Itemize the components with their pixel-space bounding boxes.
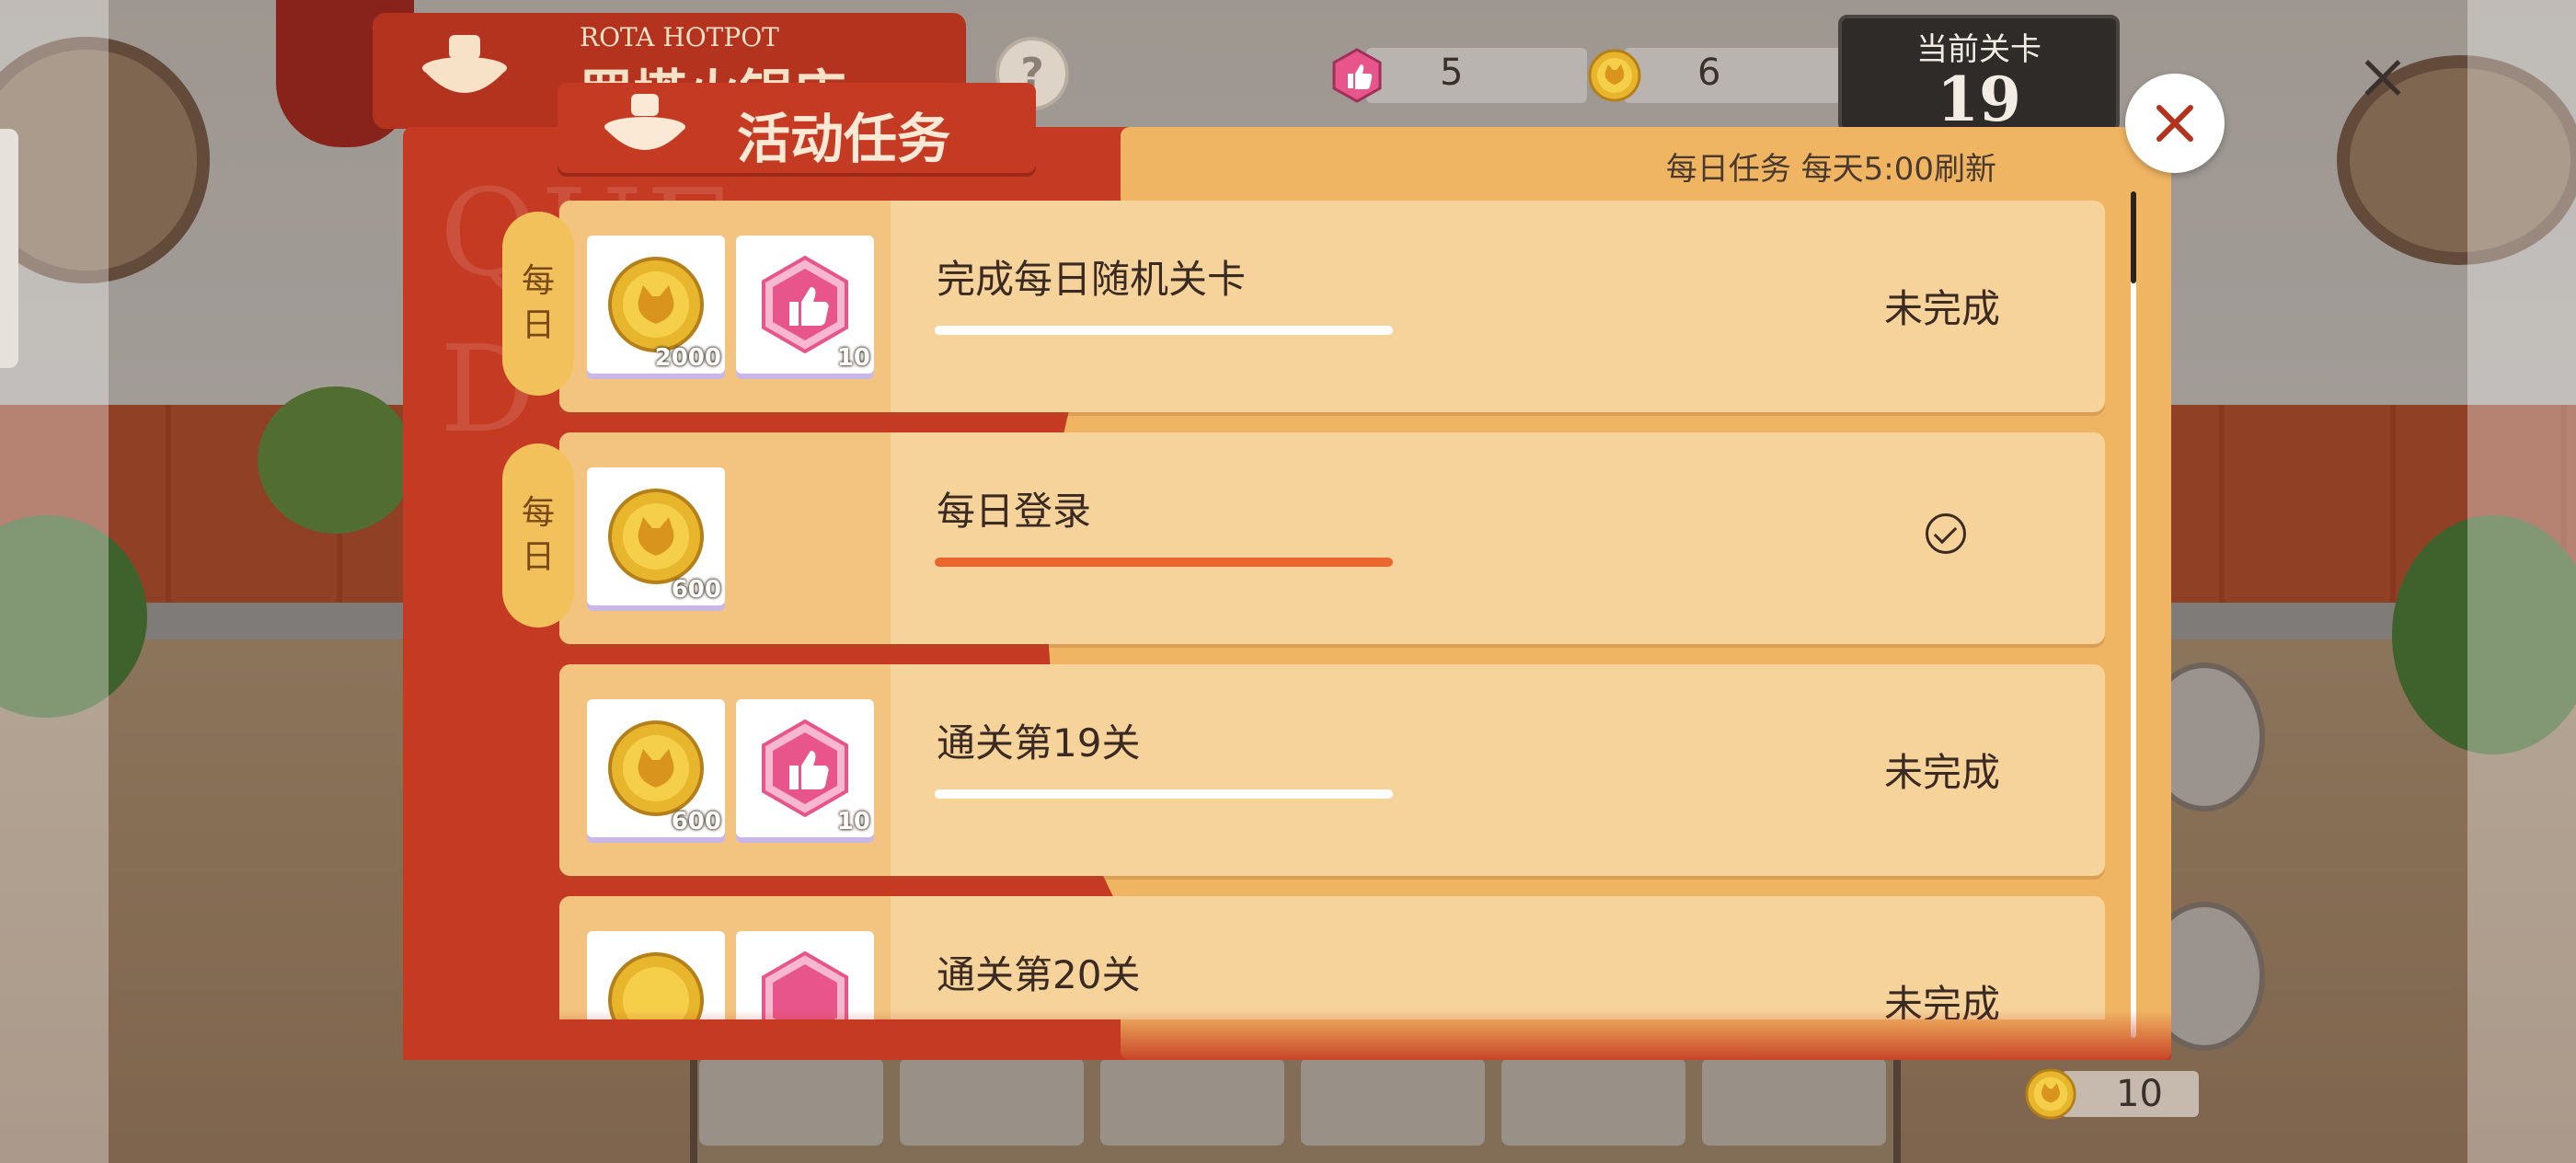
coin-icon <box>608 257 704 352</box>
badge-char: 每 <box>521 494 555 532</box>
modal-close-button[interactable] <box>2125 74 2225 173</box>
task-name: 通关第20关 <box>937 952 1141 997</box>
scrollbar-thumb[interactable] <box>2131 191 2136 283</box>
reward-amount: 2000 <box>654 344 721 372</box>
reward-item[interactable]: 10 <box>736 699 874 837</box>
reward-item[interactable]: 2000 <box>587 236 725 374</box>
task-list[interactable]: 每 日 2000 10 完成每日随机关卡 未完成 每 日 600 每日登录 60… <box>403 201 2142 1019</box>
modal-title-banner: 活动任务 <box>558 83 1036 173</box>
daily-refresh-note: 每日任务 每天5:00刷新 <box>1665 151 1996 188</box>
task-progress-bar <box>935 326 1393 335</box>
bottom-coin-value: 10 <box>2116 1073 2163 1115</box>
likes-value: 5 <box>1440 52 1464 94</box>
reward-item[interactable]: 600 <box>587 699 725 837</box>
scene-close-button[interactable] <box>2351 46 2415 110</box>
like-icon <box>762 950 848 1019</box>
bottom-coin-counter: 10 <box>2024 1067 2199 1121</box>
restaurant-name-en: ROTA HOTPOT <box>580 22 779 52</box>
task-progress-bar <box>935 558 1393 567</box>
current-level-panel: 当前关卡 19 <box>1838 15 2120 135</box>
task-name: 每日登录 <box>937 489 1092 534</box>
badge-char: 日 <box>521 538 555 576</box>
list-bottom-fade <box>403 1010 2171 1060</box>
task-list-scrollbar[interactable] <box>2131 191 2136 1038</box>
task-name: 通关第19关 <box>937 720 1141 766</box>
task-row: 每 日 2000 10 完成每日随机关卡 未完成 <box>502 201 2105 412</box>
task-status: 未完成 <box>1884 750 2001 795</box>
modal-title: 活动任务 <box>737 108 951 170</box>
reward-amount: 10 <box>836 344 870 372</box>
coins-value: 6 <box>1697 52 1721 94</box>
current-level-label: 当前关卡 <box>1916 31 2041 68</box>
coin-icon <box>1588 49 1641 102</box>
coin-icon <box>608 720 704 816</box>
reward-amount: 600 <box>671 576 721 604</box>
reward-amount: 10 <box>836 808 870 835</box>
reward-amount: 600 <box>671 808 721 835</box>
coin-icon <box>608 489 704 584</box>
right-letterbox <box>2467 0 2576 1163</box>
task-status: 未完成 <box>1884 286 2001 331</box>
like-icon <box>762 255 848 354</box>
reward-item[interactable]: 600 <box>587 467 725 605</box>
coin-icon <box>608 952 704 1019</box>
hotpot-icon <box>422 35 507 93</box>
current-level-number: 19 <box>1937 63 2021 135</box>
task-progress-bar <box>935 789 1393 799</box>
like-icon <box>1332 48 1382 103</box>
daily-badge: 每 日 <box>502 212 574 396</box>
reward-item[interactable]: 10 <box>736 236 874 374</box>
badge-char: 日 <box>521 306 555 344</box>
completed-check-icon[interactable] <box>1926 513 1966 554</box>
activity-quest-modal: QUE D 活动任务 每日任务 每天5:00刷新 每 日 <box>403 83 2171 1060</box>
badge-char: 每 <box>521 262 555 300</box>
daily-badge: 每 日 <box>502 443 574 628</box>
task-name: 完成每日随机关卡 <box>937 257 1247 302</box>
task-row: 600 10 通关第19关 未完成 <box>559 664 2105 876</box>
progress-fill <box>935 558 1393 567</box>
reward-item[interactable] <box>587 931 725 1019</box>
coin-icon <box>2025 1068 2076 1120</box>
task-row: 每 日 600 每日登录 <box>502 432 2105 644</box>
reward-item[interactable] <box>736 931 874 1019</box>
hotpot-icon <box>604 94 685 150</box>
side-drawer-handle[interactable] <box>0 129 18 368</box>
like-icon <box>762 719 848 818</box>
task-row: 通关第20关 未完成 <box>559 896 2105 1019</box>
